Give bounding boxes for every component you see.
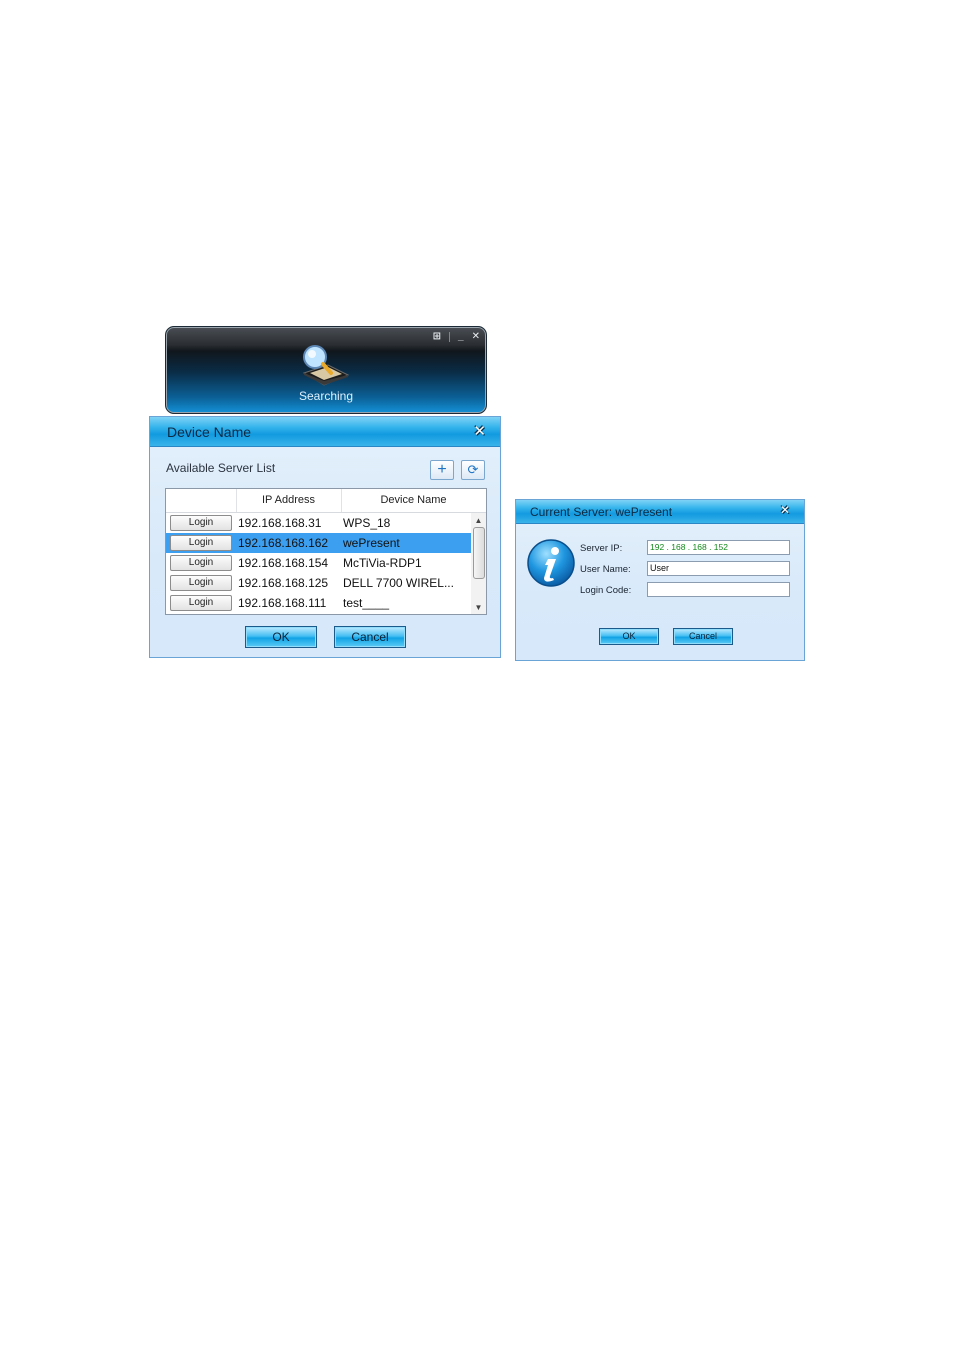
column-header-action — [166, 489, 237, 512]
server-ip-field[interactable]: 192 . 168 . 168 . 152 — [647, 540, 790, 555]
table-row-selected[interactable]: Login 192.168.168.162 wePresent — [166, 533, 471, 553]
device-name-cell: wePresent — [343, 536, 400, 550]
ip-address-cell: 192.168.168.31 — [238, 516, 322, 530]
searching-status-label: Searching — [298, 389, 354, 403]
available-server-list-label: Available Server List — [166, 461, 276, 475]
login-button[interactable]: Login — [170, 555, 232, 571]
device-name-dialog: Device Name ✕ Available Server List + ⟳ … — [149, 416, 501, 658]
table-header: IP Address Device Name — [166, 489, 486, 513]
close-icon[interactable]: ✕ — [472, 331, 480, 343]
login-button[interactable]: Login — [170, 575, 232, 591]
table-row[interactable]: Login 192.168.168.31 WPS_18 — [166, 513, 471, 533]
cancel-button[interactable]: Cancel — [334, 626, 406, 648]
device-dialog-titlebar[interactable]: Device Name ✕ — [150, 417, 500, 447]
scrollbar-thumb[interactable] — [473, 527, 485, 579]
ok-button[interactable]: OK — [245, 626, 317, 648]
ok-button[interactable]: OK — [599, 628, 659, 645]
user-name-field[interactable]: User — [647, 561, 790, 576]
device-name-cell: McTiVia-RDP1 — [343, 556, 422, 570]
refresh-icon: ⟳ — [467, 462, 479, 477]
current-server-title: Current Server: wePresent — [530, 505, 673, 519]
login-button[interactable]: Login — [170, 535, 232, 551]
server-list-table: IP Address Device Name Login 192.168.168… — [165, 488, 487, 615]
column-header-ip[interactable]: IP Address — [236, 489, 342, 512]
searching-device-icon — [302, 345, 350, 386]
user-name-label: User Name: — [580, 564, 631, 575]
table-row[interactable]: Login 192.168.168.154 McTiVia-RDP1 — [166, 553, 471, 573]
column-header-device-name[interactable]: Device Name — [341, 489, 486, 512]
server-rows: Login 192.168.168.31 WPS_18 Login 192.16… — [166, 513, 471, 613]
ip-address-cell: 192.168.168.154 — [238, 556, 329, 570]
plus-icon: + — [437, 461, 447, 478]
login-code-label: Login Code: — [580, 585, 632, 596]
server-ip-label: Server IP: — [580, 543, 623, 554]
device-name-cell: WPS_18 — [343, 516, 391, 530]
info-icon — [527, 539, 575, 587]
device-dialog-title: Device Name — [167, 424, 252, 440]
current-server-dialog: Current Server: wePresent ✕ Server IP: 1… — [515, 499, 805, 661]
login-button[interactable]: Login — [170, 595, 232, 611]
cancel-button[interactable]: Cancel — [673, 628, 733, 645]
current-server-titlebar[interactable]: Current Server: wePresent ✕ — [516, 500, 804, 524]
table-row[interactable]: Login 192.168.168.125 DELL 7700 WIREL... — [166, 573, 471, 593]
widget-controls: ⊞ _ ✕ — [433, 331, 480, 343]
ip-address-cell: 192.168.168.162 — [238, 536, 329, 550]
refresh-button[interactable]: ⟳ — [461, 460, 485, 480]
minimize-icon[interactable]: _ — [458, 331, 464, 343]
login-code-field[interactable] — [647, 582, 790, 597]
add-server-button[interactable]: + — [430, 460, 454, 480]
login-button[interactable]: Login — [170, 515, 232, 531]
ip-address-cell: 192.168.168.125 — [238, 576, 329, 590]
table-row[interactable]: Login 192.168.168.111 test____ — [166, 593, 471, 613]
searching-widget: ⊞ _ ✕ Searching — [165, 326, 487, 414]
close-icon[interactable]: ✕ — [780, 503, 790, 517]
vertical-scrollbar[interactable]: ▲ ▼ — [471, 513, 486, 614]
controls-divider — [449, 332, 451, 342]
ip-address-cell: 192.168.168.111 — [238, 596, 327, 610]
device-name-cell: test____ — [343, 596, 390, 610]
device-name-cell: DELL 7700 WIREL... — [343, 576, 454, 590]
scroll-up-icon[interactable]: ▲ — [471, 515, 486, 527]
close-icon[interactable]: ✕ — [473, 422, 486, 440]
scroll-down-icon[interactable]: ▼ — [471, 602, 486, 614]
menu-icon[interactable]: ⊞ — [433, 331, 441, 343]
